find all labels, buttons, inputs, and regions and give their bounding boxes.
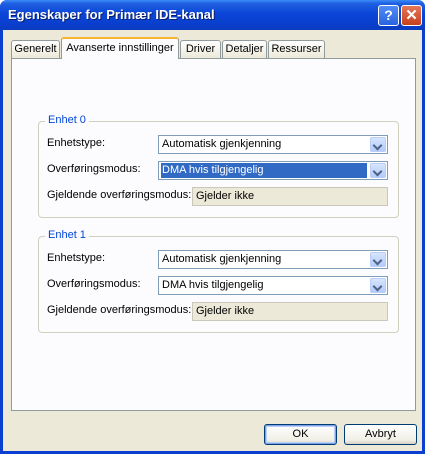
chevron-down-icon[interactable]	[370, 278, 386, 293]
transfer-mode-label: Overføringsmodus:	[47, 163, 141, 175]
cancel-button[interactable]: Avbryt	[344, 424, 417, 445]
dropdown-value: Automatisk gjenkjenning	[162, 138, 282, 150]
chevron-down-icon[interactable]	[370, 137, 386, 152]
tab-panel: Enhet 0 Enhetstype: Automatisk gjenkjenn…	[11, 58, 416, 411]
current-mode-value: Gjelder ikke	[196, 305, 255, 317]
dropdown-value: DMA hvis tilgjengelig	[162, 279, 264, 291]
dropdown-value: Automatisk gjenkjenning	[162, 253, 282, 265]
group-title: Enhet 0	[45, 114, 89, 126]
current-mode-label: Gjeldende overføringsmodus:	[47, 304, 192, 316]
dialog-body: Generelt Avanserte innstillinger Driver …	[3, 30, 422, 451]
tab-avanserte-innstillinger[interactable]: Avanserte innstillinger	[61, 37, 179, 59]
current-mode-label: Gjeldende overføringsmodus:	[47, 189, 192, 201]
dropdown-value: DMA hvis tilgjengelig	[161, 163, 367, 178]
device-type-label: Enhetstype:	[47, 252, 106, 264]
transfer-mode-dropdown[interactable]: DMA hvis tilgjengelig	[158, 161, 388, 180]
current-mode-value: Gjelder ikke	[196, 190, 255, 202]
tab-ressurser[interactable]: Ressurser	[268, 40, 325, 58]
help-button[interactable]: ?	[378, 5, 399, 26]
dialog-window: Egenskaper for Primær IDE-kanal ? ✕ Gene…	[0, 0, 425, 454]
chevron-down-icon[interactable]	[370, 252, 386, 267]
current-mode-field: Gjelder ikke	[192, 187, 388, 206]
window-title: Egenskaper for Primær IDE-kanal	[8, 7, 215, 22]
group-enhet-1: Enhet 1 Enhetstype: Automatisk gjenkjenn…	[38, 229, 399, 333]
transfer-mode-dropdown[interactable]: DMA hvis tilgjengelig	[158, 276, 388, 295]
device-type-label: Enhetstype:	[47, 137, 106, 149]
chevron-down-icon[interactable]	[370, 163, 386, 178]
transfer-mode-label: Overføringsmodus:	[47, 278, 141, 290]
tab-detaljer[interactable]: Detaljer	[222, 40, 267, 58]
device-type-dropdown[interactable]: Automatisk gjenkjenning	[158, 135, 388, 154]
title-bar[interactable]: Egenskaper for Primær IDE-kanal ? ✕	[0, 0, 425, 30]
ok-button[interactable]: OK	[264, 424, 337, 445]
group-enhet-0: Enhet 0 Enhetstype: Automatisk gjenkjenn…	[38, 114, 399, 218]
current-mode-field: Gjelder ikke	[192, 302, 388, 321]
tab-driver[interactable]: Driver	[180, 40, 221, 58]
device-type-dropdown[interactable]: Automatisk gjenkjenning	[158, 250, 388, 269]
group-title: Enhet 1	[45, 229, 89, 241]
close-button[interactable]: ✕	[401, 5, 422, 26]
tab-generelt[interactable]: Generelt	[11, 40, 60, 58]
